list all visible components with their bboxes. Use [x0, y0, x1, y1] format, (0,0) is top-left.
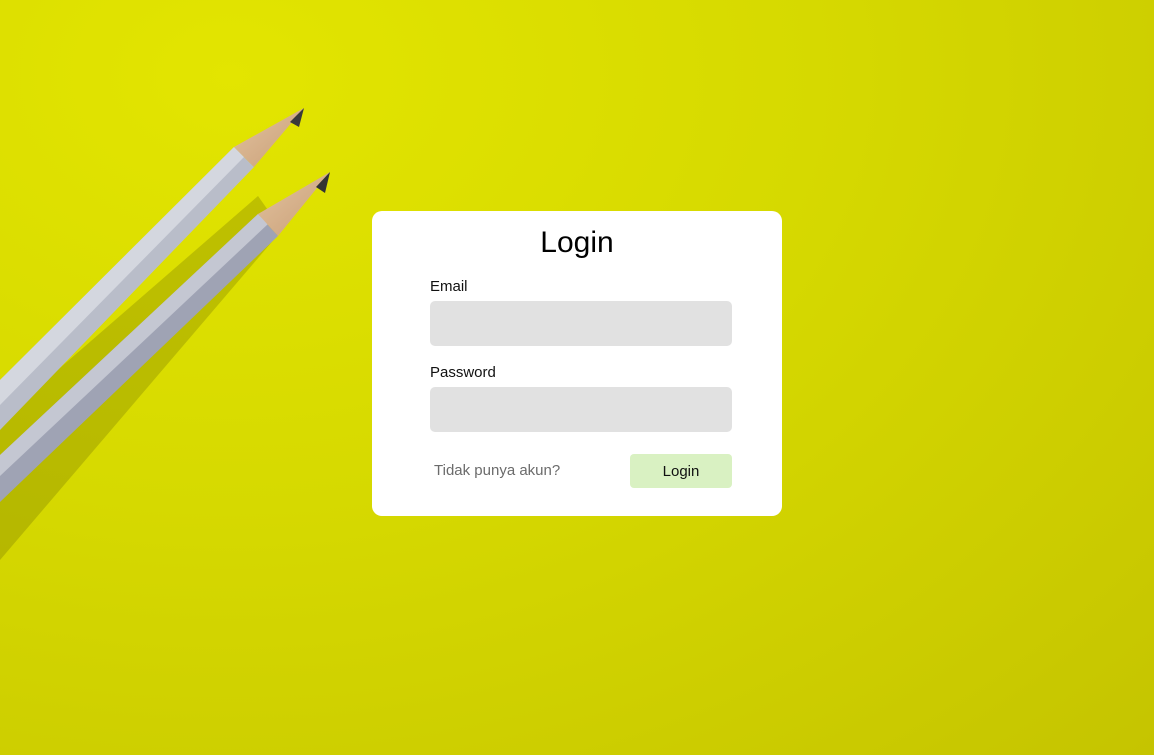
signup-link[interactable]: Tidak punya akun?	[434, 462, 560, 480]
pencils-background-image	[0, 108, 330, 560]
email-label: Email	[430, 278, 468, 295]
password-field[interactable]	[430, 387, 732, 432]
password-label: Password	[430, 364, 496, 381]
login-card: Login Email Password Tidak punya akun? L…	[372, 211, 782, 516]
email-field[interactable]	[430, 301, 732, 346]
login-title: Login	[540, 226, 614, 259]
login-button[interactable]: Login	[630, 454, 732, 488]
